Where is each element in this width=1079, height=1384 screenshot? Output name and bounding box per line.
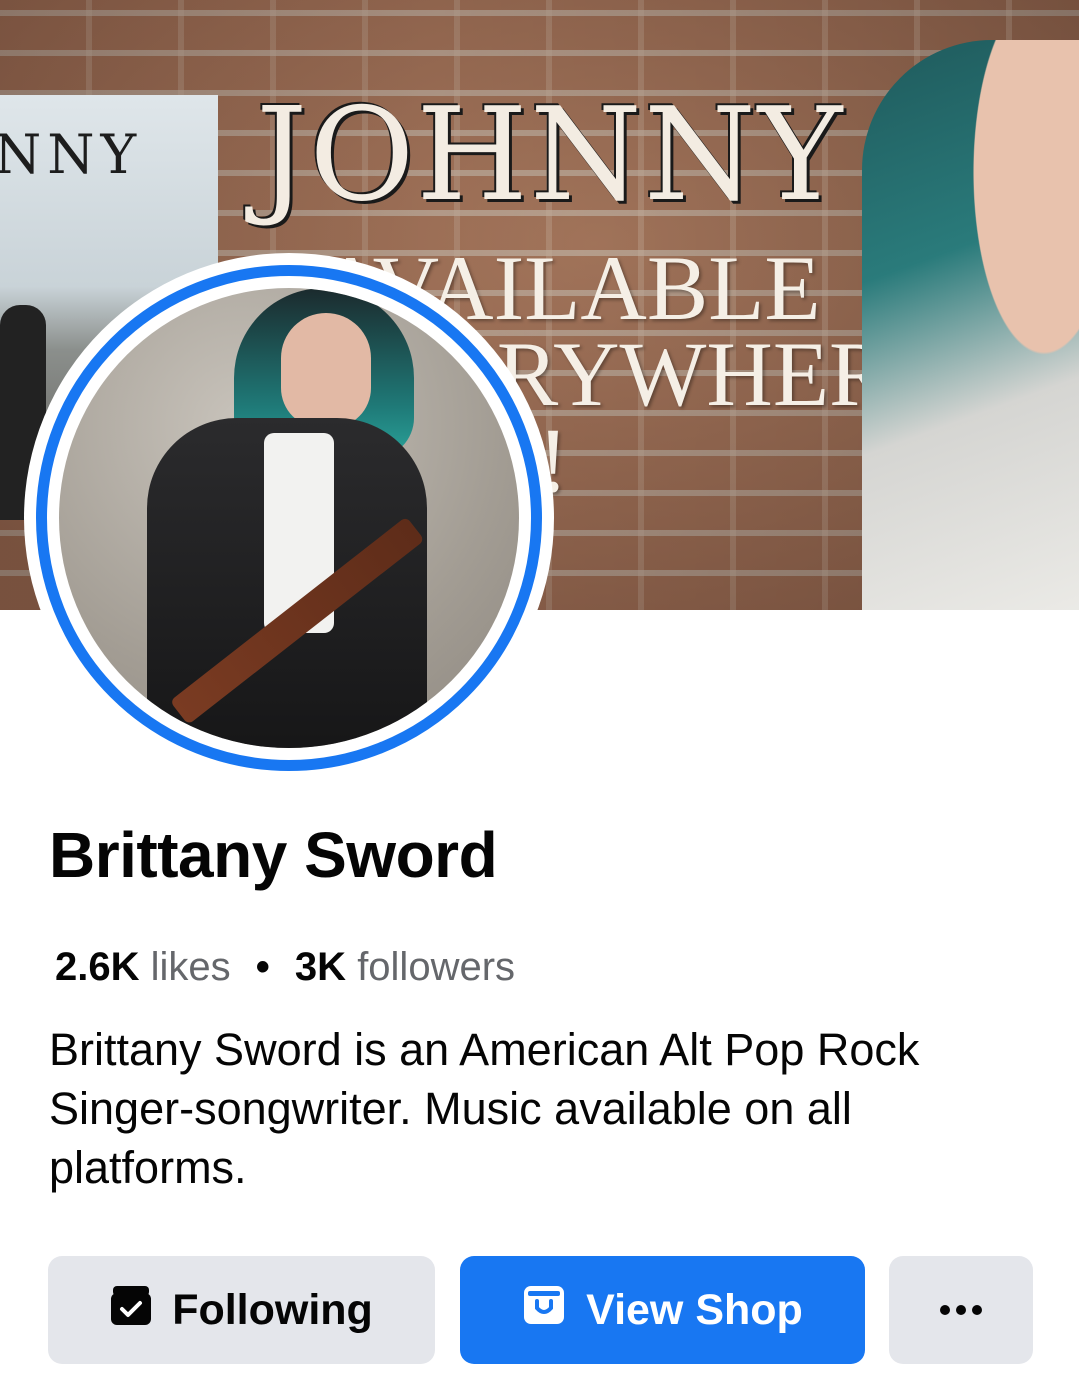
stats-separator: • xyxy=(255,945,270,989)
shop-bag-icon xyxy=(522,1284,566,1337)
profile-stats: 2.6K likes • 3K followers xyxy=(55,945,515,990)
following-button[interactable]: Following xyxy=(48,1256,435,1364)
page-title: Brittany Sword xyxy=(49,819,498,891)
more-dot xyxy=(972,1305,982,1315)
cover-title: JOHNNY xyxy=(256,81,845,230)
likes-count[interactable]: 2.6K xyxy=(55,945,140,989)
view-shop-button[interactable]: View Shop xyxy=(460,1256,865,1364)
following-check-icon xyxy=(110,1284,152,1337)
profile-bio: Brittany Sword is an American Alt Pop Ro… xyxy=(49,1024,920,1193)
avatar-face xyxy=(281,313,371,428)
more-options-icon xyxy=(940,1305,982,1315)
more-dot xyxy=(940,1305,950,1315)
profile-avatar[interactable] xyxy=(59,288,519,748)
view-shop-label: View Shop xyxy=(586,1285,803,1334)
more-dot xyxy=(956,1305,966,1315)
likes-label[interactable]: likes xyxy=(151,945,231,989)
followers-count[interactable]: 3K xyxy=(295,945,346,989)
album-art-title: NNY xyxy=(0,123,143,186)
following-label: Following xyxy=(172,1285,373,1334)
cover-person-image xyxy=(862,40,1079,610)
profile-page: NNY JOHNNY AVAILABLE EVERYWHERE NOW! Bri… xyxy=(0,0,1079,1384)
more-options-button[interactable] xyxy=(889,1256,1033,1364)
followers-label[interactable]: followers xyxy=(357,945,515,989)
